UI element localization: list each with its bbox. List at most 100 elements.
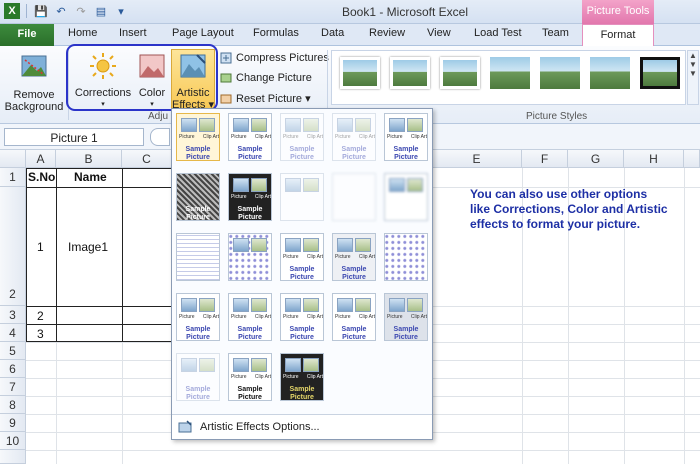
- effect-crisscross-etching[interactable]: Picture Clip Art Sample Picture: [280, 293, 324, 341]
- tab-formulas[interactable]: Formulas: [253, 27, 299, 39]
- row-header[interactable]: 9: [0, 414, 26, 432]
- effect-marker[interactable]: Picture Clip Art Sample Picture: [228, 113, 272, 161]
- tab-insert[interactable]: Insert: [119, 27, 147, 39]
- tab-review[interactable]: Review: [369, 27, 405, 39]
- remove-background-label-1: Remove: [13, 89, 55, 101]
- compress-icon: [220, 52, 232, 64]
- tab-file[interactable]: File: [0, 24, 54, 46]
- tab-data[interactable]: Data: [321, 27, 344, 39]
- picture-style-thumb[interactable]: [340, 57, 380, 89]
- table-border: [26, 187, 172, 188]
- adjust-group-label: Adju: [148, 111, 169, 122]
- tab-page-layout[interactable]: Page Layout: [172, 27, 234, 39]
- reset-picture-icon: [220, 94, 232, 103]
- cell-a4[interactable]: 3: [37, 327, 44, 341]
- annotation-highlight-box: [66, 44, 218, 111]
- effect-plastic-wrap[interactable]: Picture Clip Art Sample Picture: [384, 293, 428, 341]
- name-box[interactable]: Picture 1: [4, 128, 144, 146]
- cell-b1[interactable]: Name: [74, 170, 107, 184]
- effect-film-grain[interactable]: Picture Clip Art Sample Picture: [280, 233, 324, 281]
- effect-glass[interactable]: [384, 233, 428, 281]
- effect-watercolor-sponge[interactable]: [228, 233, 272, 281]
- effect-blur[interactable]: [384, 173, 428, 221]
- cell-b2[interactable]: Image1: [68, 240, 108, 254]
- column-header[interactable]: G: [568, 150, 624, 168]
- column-header[interactable]: [684, 150, 700, 168]
- table-border: [26, 168, 172, 342]
- cell-a1[interactable]: S.No: [28, 170, 55, 184]
- row-header[interactable]: 1: [0, 168, 26, 187]
- tab-view[interactable]: View: [427, 27, 451, 39]
- artistic-effects-options-item[interactable]: Artistic Effects Options...: [172, 414, 432, 439]
- tab-format[interactable]: Format: [582, 24, 654, 47]
- column-header[interactable]: C: [122, 150, 172, 168]
- row-header[interactable]: 7: [0, 378, 26, 396]
- effect-paint-brush[interactable]: [280, 173, 324, 221]
- change-picture-label: Change Picture: [236, 72, 312, 84]
- effect-none[interactable]: Picture Clip Art Sample Picture: [176, 113, 220, 161]
- row-header[interactable]: [0, 450, 26, 464]
- table-border: [122, 168, 123, 342]
- effect-pencil-sketch[interactable]: Picture Clip Art Sample Picture: [332, 113, 376, 161]
- column-header[interactable]: B: [56, 150, 122, 168]
- gallery-scroll[interactable]: ▲ ▼ ▼: [687, 50, 699, 105]
- effect-paint-strokes[interactable]: Picture Clip Art Sample Picture: [228, 173, 272, 221]
- effect-photocopy[interactable]: Picture Clip Art Sample Picture: [228, 353, 272, 401]
- gridline: [684, 168, 685, 464]
- column-header[interactable]: A: [26, 150, 56, 168]
- remove-background-icon: [21, 55, 47, 77]
- row-header[interactable]: 3: [0, 306, 26, 324]
- picture-tools-context: Picture Tools: [582, 0, 654, 24]
- artistic-effects-menu: Picture Clip Art Sample Picture Picture Cli…: [171, 108, 433, 440]
- title-bar: X 💾 ↶ ↷ ▤ ▾ Book1 - Microsoft Excel Pict…: [0, 0, 700, 24]
- table-border: [26, 306, 172, 307]
- effect-mosaic-bubbles[interactable]: Picture Clip Art Sample Picture: [332, 233, 376, 281]
- change-picture-button[interactable]: Change Picture: [220, 72, 312, 84]
- effect-cement[interactable]: Picture Clip Art Sample Picture: [176, 293, 220, 341]
- tab-load-test[interactable]: Load Test: [474, 27, 522, 39]
- row-header[interactable]: 6: [0, 360, 26, 378]
- column-header[interactable]: E: [432, 150, 522, 168]
- select-all-corner[interactable]: [0, 150, 26, 168]
- row-header[interactable]: 10: [0, 432, 26, 450]
- effect-glow-diffused[interactable]: [332, 173, 376, 221]
- change-picture-icon: [220, 73, 232, 83]
- effect-texturizer[interactable]: Picture Clip Art Sample Picture: [228, 293, 272, 341]
- tab-home[interactable]: Home: [68, 27, 97, 39]
- effect-cutout[interactable]: Sample Picture: [176, 353, 220, 401]
- picture-styles-group-label: Picture Styles: [526, 111, 588, 122]
- row-header[interactable]: 8: [0, 396, 26, 414]
- reset-picture-button[interactable]: Reset Picture ▾: [220, 92, 311, 105]
- picture-style-thumb[interactable]: [390, 57, 430, 89]
- column-header[interactable]: F: [522, 150, 568, 168]
- table-border: [56, 168, 57, 342]
- remove-background-button[interactable]: Remove Background: [4, 52, 64, 113]
- picture-styles-gallery: [331, 50, 686, 105]
- effect-pastels-smooth[interactable]: Picture Clip Art Sample Picture: [332, 293, 376, 341]
- row-header[interactable]: 5: [0, 342, 26, 360]
- annotation-note: You can also use other options like Corr…: [470, 187, 668, 231]
- column-header[interactable]: H: [624, 150, 684, 168]
- cell-a2[interactable]: 1: [37, 240, 44, 254]
- gridline: [26, 450, 700, 451]
- effect-chalk-sketch[interactable]: Sample Picture: [176, 173, 220, 221]
- compress-pictures-button[interactable]: Compress Pictures: [220, 52, 329, 64]
- row-header[interactable]: 4: [0, 324, 26, 342]
- effects-gallery: Picture Clip Art Sample Picture Picture Cli…: [172, 109, 432, 414]
- effect-line-drawing[interactable]: Picture Clip Art Sample Picture: [384, 113, 428, 161]
- effect-glow-edges[interactable]: Picture Clip Art Sample Picture: [280, 353, 324, 401]
- picture-style-thumb[interactable]: [540, 57, 580, 89]
- remove-background-label-2: Background: [4, 101, 64, 113]
- reset-picture-label: Reset Picture ▾: [236, 93, 311, 105]
- picture-style-thumb[interactable]: [440, 57, 480, 89]
- picture-style-thumb[interactable]: [640, 57, 680, 89]
- picture-style-thumb[interactable]: [590, 57, 630, 89]
- picture-style-thumb[interactable]: [490, 57, 530, 89]
- effect-light-screen[interactable]: [176, 233, 220, 281]
- tab-team[interactable]: Team: [542, 27, 569, 39]
- row-header[interactable]: 2: [0, 187, 26, 306]
- effects-options-icon: [178, 420, 192, 433]
- formula-input[interactable]: [150, 128, 170, 146]
- effect-pencil-grayscale[interactable]: Picture Clip Art Sample Picture: [280, 113, 324, 161]
- cell-a3[interactable]: 2: [37, 309, 44, 323]
